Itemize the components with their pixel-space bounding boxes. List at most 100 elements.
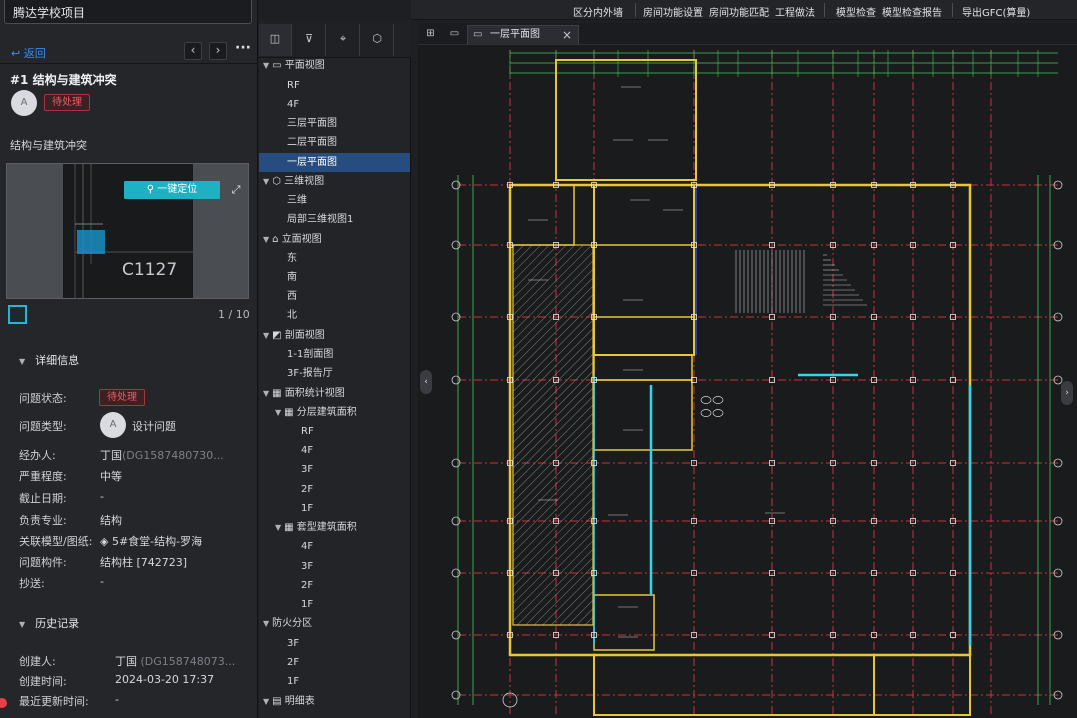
collapse-right-handle[interactable]: › [1061, 381, 1073, 405]
status-value-badge[interactable]: 待处理 [99, 389, 145, 406]
status-badge: 待处理 [44, 94, 90, 111]
project-name[interactable]: 腾达学校项目 [4, 0, 252, 24]
locate-button[interactable]: ⚲ 一键定位 [124, 181, 220, 199]
hatched-stair-area [512, 244, 594, 626]
table [712, 396, 724, 404]
floorplan-icon: ▭ [473, 29, 483, 40]
tree-item-2f-plan[interactable]: 二层平面图 [287, 134, 337, 152]
assignee-value[interactable]: 丁国(DG1587480730... [100, 447, 224, 463]
tree-item-east[interactable]: 东 [287, 250, 297, 268]
tree-item-room-2f[interactable]: 2F [301, 577, 313, 595]
floor-plan-drawing[interactable] [418, 45, 1077, 718]
history-heading: 历史记录 [35, 617, 80, 630]
toolbar-engineering-method[interactable]: 工程做法 [775, 4, 815, 19]
tree-group-floor-area[interactable]: ▼ ▦ 分层建筑面积 [275, 404, 357, 422]
collapse-left-handle[interactable]: ‹ [420, 370, 432, 394]
tree-group-plan-views[interactable]: ▼ ▭ 平面视图 [263, 57, 325, 75]
history-section-header[interactable]: ▼ 历史记录 [19, 615, 79, 631]
view-tree-panel: ◫ ⊽ ⌖ ⬡ ▼ ▭ 平面视图 RF 4F 三层平面图 二层平面图 一层平面图 … [259, 20, 411, 718]
back-label: 返回 [23, 47, 46, 60]
component-value[interactable]: 结构柱 [742723] [100, 554, 187, 570]
wall [873, 654, 971, 716]
tree-item-fire-3f[interactable]: 3F [287, 635, 299, 653]
area-icon: ▦ [284, 407, 297, 418]
tree-item-3d[interactable]: 三维 [287, 192, 307, 210]
tree-item-area-4f[interactable]: 4F [301, 442, 313, 460]
window-icon[interactable]: ▭ [448, 27, 461, 40]
tree-item-south[interactable]: 南 [287, 269, 297, 287]
toolbar-divider [635, 3, 636, 17]
tree-item-section-1-1[interactable]: 1-1剖面图 [287, 346, 333, 364]
issue-screenshot[interactable]: C1127 ⚲ 一键定位 ⤢ [6, 163, 249, 299]
caret-down-icon: ▼ [263, 235, 270, 244]
tree-group-label: 立面视图 [281, 234, 322, 245]
sidebar-toggle-icon[interactable]: ◫ [259, 24, 292, 56]
tree-item-rf[interactable]: RF [287, 77, 300, 95]
tree-item-area-3f[interactable]: 3F [301, 461, 313, 479]
discipline-value[interactable]: 结构 [100, 512, 122, 528]
tree-item-room-4f[interactable]: 4F [301, 538, 313, 556]
tree-item-fire-2f[interactable]: 2F [287, 654, 299, 672]
caret-down-icon: ▼ [263, 331, 270, 340]
caret-down-icon: ▼ [263, 389, 270, 398]
toolbar-model-check-report[interactable]: 模型检查报告 [882, 4, 942, 19]
avatar: A [11, 90, 37, 116]
fullscreen-icon[interactable]: ⤢ [229, 183, 243, 197]
tree-group-fire-zones[interactable]: ▼ 防火分区 [263, 615, 312, 633]
wall [509, 184, 575, 246]
issue-nav-row: ↩ 返回 ‹ › ··· [0, 38, 258, 64]
tree-item-3f-plan[interactable]: 三层平面图 [287, 115, 337, 133]
grid-icon[interactable]: ⊞ [424, 27, 437, 40]
tree-item-area-1f[interactable]: 1F [301, 500, 313, 518]
tree-item-west[interactable]: 西 [287, 288, 297, 306]
tree-group-3d-views[interactable]: ▼ ⬡ 三维视图 [263, 173, 324, 191]
assignee-id: (DG1587480730... [122, 449, 224, 462]
next-issue-button[interactable]: › [209, 42, 227, 60]
toolbar-room-function-match[interactable]: 房间功能匹配 [709, 4, 769, 19]
tree-group-room-area[interactable]: ▼ ▦ 套型建筑面积 [275, 519, 357, 537]
cube-icon[interactable]: ⬡ [361, 24, 394, 56]
tree-item-fire-1f[interactable]: 1F [287, 673, 299, 691]
tree-group-schedules[interactable]: ▼ ▤ 明细表 [263, 693, 315, 711]
created-value: 2024-03-20 17:37 [115, 673, 215, 686]
due-value[interactable]: - [100, 490, 104, 503]
tree-item-4f[interactable]: 4F [287, 96, 299, 114]
tree-item-room-1f[interactable]: 1F [301, 596, 313, 614]
tree-group-sections[interactable]: ▼ ◩ 剖面视图 [263, 327, 325, 345]
tab-first-floor-plan[interactable]: ▭ 一层平面图 × [467, 25, 579, 45]
type-value[interactable]: 设计问题 [132, 418, 176, 434]
details-section-header[interactable]: ▼ 详细信息 [19, 352, 79, 368]
drawing-canvas[interactable] [418, 45, 1077, 718]
toolbar-room-function-setup[interactable]: 房间功能设置 [643, 4, 703, 19]
tree-group-elevations[interactable]: ▼ ⌂ 立面视图 [263, 231, 322, 249]
view-tab-bar: ⊞ ▭ ▭ 一层平面图 × [418, 23, 1077, 45]
tree-item-room-3f[interactable]: 3F [301, 558, 313, 576]
more-options-button[interactable]: ··· [234, 41, 252, 60]
filter-icon[interactable]: ⊽ [293, 24, 326, 56]
model-value[interactable]: ◈ 5#食堂-结构-罗海 [100, 533, 202, 549]
back-link[interactable]: ↩ 返回 [11, 45, 46, 61]
tree-item-north[interactable]: 北 [287, 307, 297, 325]
cc-value[interactable]: - [100, 575, 104, 588]
tree-item-1f-plan[interactable]: 一层平面图 [287, 154, 337, 172]
tree-item-area-2f[interactable]: 2F [301, 481, 313, 499]
toolbar-export-gfc[interactable]: 导出GFC(算量) [962, 4, 1030, 19]
tree-item-area-rf[interactable]: RF [301, 423, 314, 441]
tree-item-local-3d[interactable]: 局部三维视图1 [287, 211, 353, 229]
table-icon: ▤ [272, 696, 285, 707]
tree-group-area-stats[interactable]: ▼ ▦ 面积统计视图 [263, 385, 345, 403]
caret-down-icon: ▼ [275, 408, 282, 417]
prev-issue-button[interactable]: ‹ [184, 42, 202, 60]
toolbar-model-check[interactable]: 模型检查 [836, 4, 876, 19]
area-icon: ▦ [272, 388, 285, 399]
location-icon[interactable]: ⌖ [327, 24, 360, 56]
tree-item-3f-hall[interactable]: 3F-报告厅 [287, 365, 333, 383]
top-toolbar: 区分内外墙 房间功能设置 房间功能匹配 工程做法 模型检查 模型检查报告 导出G… [411, 0, 1077, 20]
close-icon[interactable]: × [562, 26, 572, 44]
toolbar-divider [952, 3, 953, 17]
notification-dot[interactable] [0, 698, 7, 708]
thumbnail-item[interactable] [8, 305, 27, 324]
severity-value[interactable]: 中等 [100, 468, 122, 484]
toolbar-distinguish-walls[interactable]: 区分内外墙 [573, 4, 623, 19]
tree-tab-bar: ◫ ⊽ ⌖ ⬡ [259, 20, 411, 58]
